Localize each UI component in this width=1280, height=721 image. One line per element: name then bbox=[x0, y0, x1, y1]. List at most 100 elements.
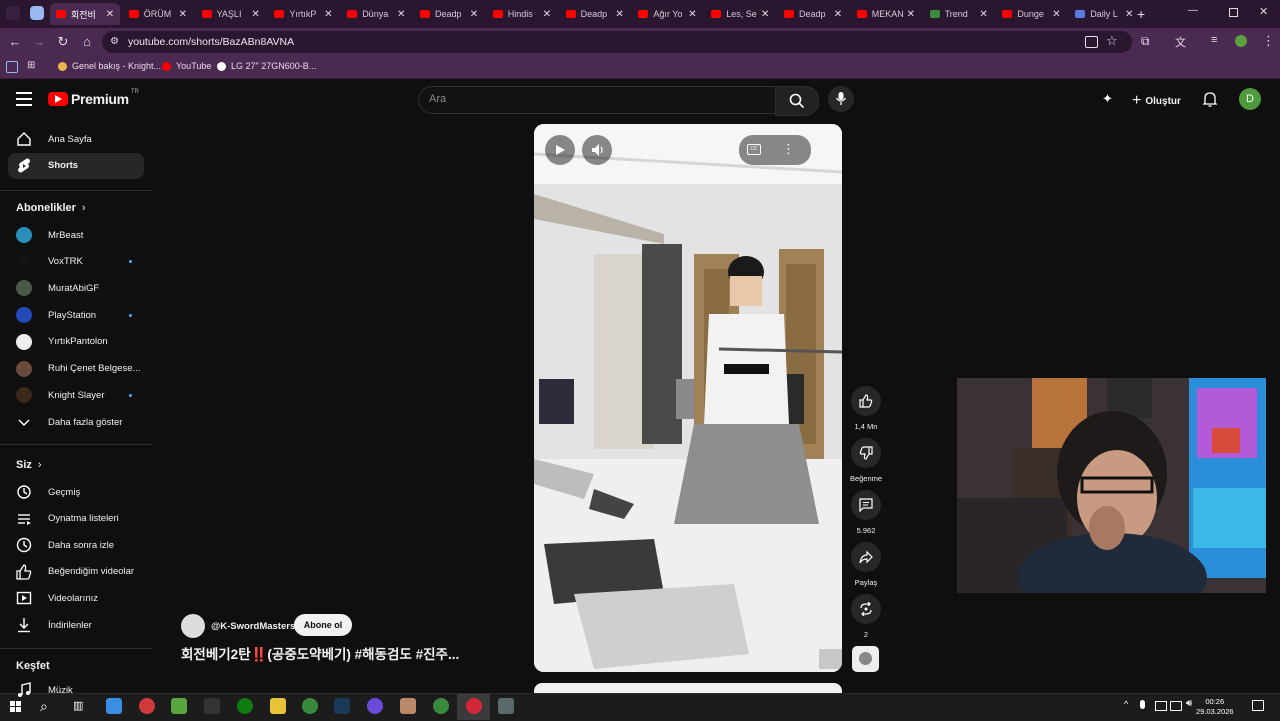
translate-icon[interactable]: 文 bbox=[1175, 34, 1186, 50]
browser-tab[interactable]: ÖRÜM ✕ bbox=[123, 3, 193, 25]
menu-icon[interactable] bbox=[16, 92, 32, 106]
comments-button[interactable]: 5.962 bbox=[850, 490, 882, 535]
sidebar-item[interactable]: YırtıkPantolon bbox=[8, 329, 144, 355]
browser-profile-avatar[interactable] bbox=[1235, 35, 1247, 47]
sidebar-item[interactable]: MrBeast bbox=[8, 222, 144, 248]
tab-close-icon[interactable]: ✕ bbox=[250, 9, 262, 20]
browser-tab[interactable]: MEKAN ✕ bbox=[851, 3, 921, 25]
forward-icon[interactable]: → bbox=[30, 33, 48, 51]
taskbar-app-discord-icon[interactable] bbox=[367, 698, 383, 714]
bookmark-item[interactable]: YouTube bbox=[162, 61, 211, 71]
create-button[interactable]: + Oluştur bbox=[1132, 92, 1181, 110]
tab-close-icon[interactable]: ✕ bbox=[759, 9, 771, 20]
browser-tab[interactable]: YırtıkP ✕ bbox=[268, 3, 338, 25]
sidebar-item[interactable]: MuratAbiGF bbox=[8, 275, 144, 301]
taskbar-app-game-icon[interactable] bbox=[400, 698, 416, 714]
tray-monitor-icon[interactable] bbox=[1155, 701, 1167, 711]
tab-close-icon[interactable]: ✕ bbox=[395, 9, 407, 20]
browser-menu-icon[interactable]: ⋮ bbox=[1262, 33, 1275, 49]
tab-search-icon[interactable] bbox=[6, 6, 20, 20]
browser-tab[interactable]: Les, Se ✕ bbox=[705, 3, 775, 25]
bookmark-star-icon[interactable]: ☆ bbox=[1106, 33, 1118, 49]
sidebar-item[interactable]: VoxTRK bbox=[8, 249, 144, 275]
you-header[interactable]: Siz › bbox=[16, 459, 42, 471]
like-button[interactable]: 1,4 Mn bbox=[850, 386, 882, 431]
tab-close-icon[interactable]: ✕ bbox=[832, 9, 844, 20]
browser-tab[interactable]: 회전비 ✕ bbox=[50, 3, 120, 25]
browser-tab[interactable]: Ağır Yo ✕ bbox=[632, 3, 702, 25]
channel-avatar[interactable] bbox=[181, 614, 205, 638]
restore-icon[interactable] bbox=[1229, 8, 1238, 17]
close-window-icon[interactable]: ✕ bbox=[1259, 5, 1268, 18]
apps-grid-icon[interactable]: ⊞ bbox=[27, 60, 35, 71]
browser-tab[interactable]: Deadp ✕ bbox=[560, 3, 630, 25]
profile-icon[interactable] bbox=[30, 6, 44, 20]
sidebar-item[interactable]: PlayStation bbox=[8, 302, 144, 328]
browser-tab[interactable]: Daily L ✕ bbox=[1069, 3, 1139, 25]
browser-tab[interactable]: YAŞLI ✕ bbox=[196, 3, 266, 25]
remix-button[interactable]: 2 bbox=[850, 594, 882, 639]
media-control-icon[interactable]: ≡ bbox=[1211, 34, 1217, 46]
taskbar-app-chrome2-icon[interactable] bbox=[433, 698, 449, 714]
notification-center-icon[interactable] bbox=[1252, 700, 1264, 711]
sidebar-item[interactable]: Daha sonra izle bbox=[8, 532, 144, 558]
taskbar-app-store-icon[interactable] bbox=[171, 698, 187, 714]
sidebar-item[interactable]: Ruhi Çenet Belgese... bbox=[8, 356, 144, 382]
tab-close-icon[interactable]: ✕ bbox=[686, 9, 698, 20]
bookmark-item[interactable]: Genel bakış - Knight... bbox=[58, 61, 161, 71]
taskbar-app-notes-icon[interactable] bbox=[498, 698, 514, 714]
back-icon[interactable]: ← bbox=[6, 33, 24, 51]
tray-mic-icon[interactable] bbox=[1140, 700, 1145, 709]
dislike-button[interactable]: Beğenme bbox=[850, 438, 882, 483]
sidebar-toggle-icon[interactable] bbox=[6, 61, 18, 73]
browser-tab[interactable]: Deadp ✕ bbox=[414, 3, 484, 25]
sidebar-item[interactable]: Geçmiş bbox=[8, 479, 144, 505]
next-video-preview[interactable] bbox=[534, 683, 842, 693]
sidebar-item[interactable]: Daha fazla göster bbox=[8, 409, 144, 435]
sidebar-item[interactable]: Müzik bbox=[8, 677, 144, 703]
taskbar-app-chrome-icon[interactable] bbox=[302, 698, 318, 714]
sidebar-item[interactable]: Oynatma listeleri bbox=[8, 506, 144, 532]
account-avatar[interactable]: D bbox=[1239, 88, 1261, 110]
voice-search-button[interactable] bbox=[828, 86, 854, 112]
taskbar-app-xbox-icon[interactable] bbox=[237, 698, 253, 714]
taskbar-app-explorer-icon[interactable] bbox=[270, 698, 286, 714]
browser-tab[interactable]: Dunge ✕ bbox=[996, 3, 1066, 25]
sidebar-item[interactable]: İndirilenler bbox=[8, 612, 144, 638]
short-title[interactable]: 회전베기2탄‼️(공중도약베기) #해동검도 #진주... bbox=[181, 643, 459, 663]
subscribe-button[interactable]: Abone ol bbox=[294, 614, 352, 636]
bookmark-item[interactable]: LG 27" 27GN600-B... bbox=[217, 61, 316, 71]
taskbar-app-opera-icon[interactable] bbox=[466, 698, 482, 714]
site-info-icon[interactable]: ⚙ bbox=[110, 36, 119, 47]
tab-close-icon[interactable]: ✕ bbox=[978, 9, 990, 20]
reload-icon[interactable]: ↻ bbox=[54, 33, 72, 51]
tab-close-icon[interactable]: ✕ bbox=[614, 9, 626, 20]
sidebar-item[interactable]: Shorts bbox=[8, 152, 144, 179]
sound-thumbnail[interactable] bbox=[852, 646, 879, 672]
browser-tab[interactable]: Trend ✕ bbox=[924, 3, 994, 25]
channel-name[interactable]: @K-SwordMasters bbox=[211, 621, 295, 632]
play-button[interactable] bbox=[545, 135, 575, 165]
extensions-icon[interactable]: ⧉ bbox=[1141, 34, 1150, 49]
tab-close-icon[interactable]: ✕ bbox=[1123, 9, 1135, 20]
captions-icon[interactable]: CC bbox=[747, 144, 761, 155]
short-video-player[interactable]: CC ⋮ ⤢ bbox=[534, 124, 842, 672]
browser-tab[interactable]: Dünya ✕ bbox=[341, 3, 411, 25]
home-browser-icon[interactable]: ⌂ bbox=[78, 33, 96, 51]
tab-close-icon[interactable]: ✕ bbox=[1050, 9, 1062, 20]
taskbar-app-steam-icon[interactable] bbox=[334, 698, 350, 714]
channel-info[interactable]: @K-SwordMasters bbox=[181, 614, 295, 638]
fullscreen-icon[interactable]: ⤢ bbox=[811, 141, 821, 156]
tab-close-icon[interactable]: ✕ bbox=[322, 9, 334, 20]
taskbar-app-epic-icon[interactable] bbox=[204, 698, 220, 714]
minimize-icon[interactable]: — bbox=[1188, 5, 1198, 16]
tab-close-icon[interactable]: ✕ bbox=[905, 9, 917, 20]
sidebar-item[interactable]: Knight Slayer bbox=[8, 382, 144, 408]
sidebar-item[interactable]: Videolarınız bbox=[8, 585, 144, 611]
subscriptions-header[interactable]: Abonelikler › bbox=[16, 202, 86, 214]
tab-close-icon[interactable]: ✕ bbox=[541, 9, 553, 20]
volume-button[interactable] bbox=[582, 135, 612, 165]
search-input[interactable] bbox=[418, 86, 776, 114]
tab-close-icon[interactable]: ✕ bbox=[177, 9, 189, 20]
share-button[interactable]: Paylaş bbox=[850, 542, 882, 587]
